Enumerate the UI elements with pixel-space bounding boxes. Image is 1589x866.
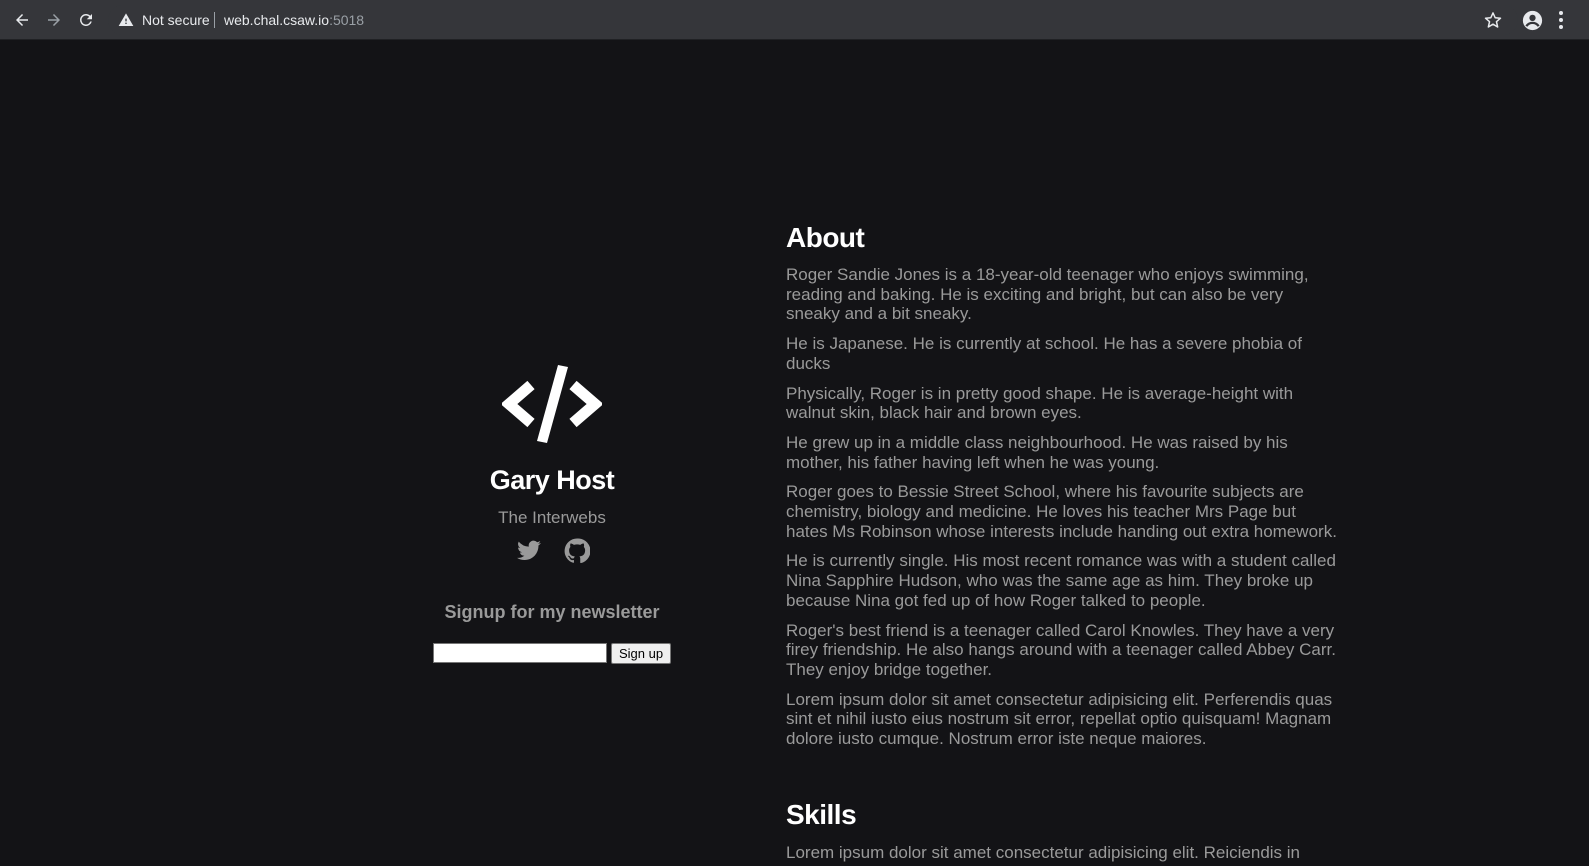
profile-tagline: The Interwebs xyxy=(498,508,606,527)
profile-card: Gary Host The Interwebs Signup for my ne… xyxy=(402,41,702,866)
browser-toolbar: Not secure web.chal.csaw.io:5018 xyxy=(0,0,1589,40)
skills-heading: Skills xyxy=(786,799,857,830)
about-heading: About xyxy=(786,222,865,253)
arrow-left-icon xyxy=(16,14,28,26)
account-icon[interactable] xyxy=(1522,10,1543,31)
about-paragraphs: Roger Sandie Jones is a 18-year-old teen… xyxy=(786,265,1338,759)
about-paragraph: He grew up in a middle class neighbourho… xyxy=(786,432,1288,472)
back-button[interactable] xyxy=(10,8,34,32)
about-paragraph: He is currently single. His most recent … xyxy=(786,551,1336,610)
about-paragraph: Roger's best friend is a teenager called… xyxy=(786,620,1336,679)
twitter-icon[interactable] xyxy=(516,538,542,564)
about-paragraph: He is Japanese. He is currently at schoo… xyxy=(786,334,1302,373)
warning-icon xyxy=(118,13,134,26)
url-text[interactable]: web.chal.csaw.io:5018 xyxy=(224,12,364,28)
reload-button[interactable] xyxy=(74,8,98,32)
skills-paragraph: Lorem ipsum dolor sit amet consectetur a… xyxy=(786,843,1301,862)
bookmark-star-icon[interactable] xyxy=(1484,11,1502,29)
arrow-right-icon xyxy=(48,14,60,26)
github-icon[interactable] xyxy=(564,538,590,564)
about-paragraph: Roger Sandie Jones is a 18-year-old teen… xyxy=(786,265,1309,324)
newsletter-email-input[interactable] xyxy=(433,643,607,663)
code-logo-icon xyxy=(502,365,602,443)
profile-name: Gary Host xyxy=(489,465,615,495)
url-host: web.chal.csaw.io xyxy=(224,12,330,28)
url-port: :5018 xyxy=(329,12,365,28)
address-bar[interactable]: Not secure web.chal.csaw.io:5018 xyxy=(108,5,1518,35)
omnibox-separator xyxy=(214,12,215,28)
page-body: Gary Host The Interwebs Signup for my ne… xyxy=(0,41,1589,866)
security-label[interactable]: Not secure xyxy=(142,12,210,28)
forward-button[interactable] xyxy=(42,8,66,32)
reload-icon xyxy=(79,13,92,26)
about-paragraph: Lorem ipsum dolor sit amet consectetur a… xyxy=(786,689,1333,749)
signup-button[interactable]: Sign up xyxy=(611,643,671,664)
about-paragraph: Roger goes to Bessie Street School, wher… xyxy=(786,482,1337,541)
about-paragraph: Physically, Roger is in pretty good shap… xyxy=(786,383,1294,423)
kebab-menu-icon[interactable] xyxy=(1556,10,1566,30)
social-links xyxy=(514,538,594,564)
newsletter-heading: Signup for my newsletter xyxy=(444,602,660,622)
